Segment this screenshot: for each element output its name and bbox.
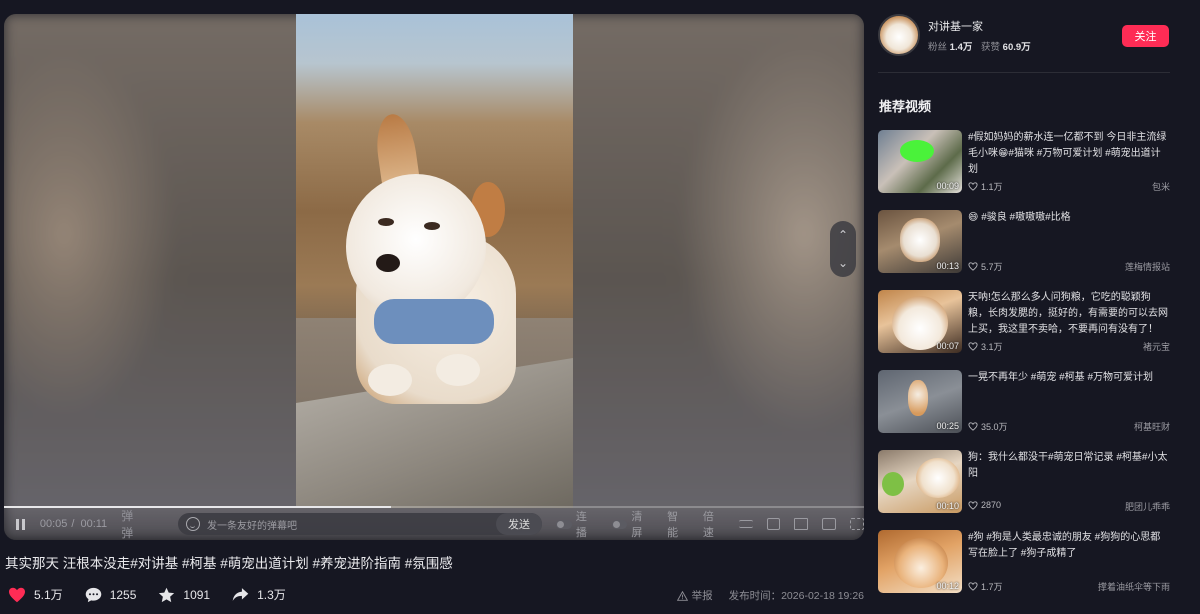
send-danmu-button[interactable]: 发送 bbox=[496, 513, 543, 535]
recommend-item-author[interactable]: 撑着油纸伞等下雨 bbox=[1098, 580, 1170, 593]
chevron-up-icon[interactable]: ⌃ bbox=[838, 229, 848, 241]
recommend-item-author[interactable]: 肥团儿乖乖 bbox=[1125, 500, 1170, 513]
warning-icon bbox=[676, 590, 688, 601]
video-thumbnail[interactable]: 00:10 bbox=[878, 450, 962, 513]
speed-button[interactable]: 倍速 bbox=[703, 508, 725, 540]
recommend-item[interactable]: 00:07 天呐!怎么那么多人问狗粮，它吃的聪颖狗粮，长肉发腮的，挺好的，有需要… bbox=[878, 290, 1170, 370]
dog-harness bbox=[374, 299, 494, 344]
recommend-item-title: #狗 #狗是人类最忠诚的朋友 #狗狗的心思都写在脸上了 #狗子成精了 bbox=[968, 532, 1161, 559]
emoji-icon[interactable] bbox=[185, 517, 200, 531]
recommend-item[interactable]: 00:09 #假如妈妈的薪水连一亿都不到 今日非主流绿毛小咪😁#猫咪 #万物可爱… bbox=[878, 130, 1170, 210]
follow-button[interactable]: 关注 bbox=[1122, 25, 1169, 47]
heart-outline-icon bbox=[968, 182, 978, 191]
avatar[interactable] bbox=[878, 14, 920, 56]
favorite-button[interactable]: 1091 bbox=[158, 587, 210, 603]
video-stats: 5.1万 1255 1091 1.3万 bbox=[8, 586, 308, 603]
share-button[interactable]: 1.3万 bbox=[232, 586, 286, 603]
progress-fill bbox=[4, 506, 391, 508]
recommend-item-title: 狗：我什么都没干#萌宠日常记录 #柯基#小太阳 bbox=[968, 452, 1168, 479]
recommend-list: 00:09 #假如妈妈的薪水连一亿都不到 今日非主流绿毛小咪😁#猫咪 #万物可爱… bbox=[878, 130, 1170, 610]
autoplay-toggle[interactable]: 连播 bbox=[556, 508, 598, 540]
playlist-icon[interactable] bbox=[738, 520, 753, 528]
pause-icon[interactable] bbox=[16, 518, 28, 530]
pip-icon[interactable] bbox=[766, 518, 781, 530]
recommend-item-likes: 1.1万 bbox=[968, 180, 1003, 193]
recommend-item[interactable]: 00:10 狗：我什么都没干#萌宠日常记录 #柯基#小太阳 2870 肥团儿乖乖 bbox=[878, 450, 1170, 530]
video-thumbnail[interactable]: 00:25 bbox=[878, 370, 962, 433]
recommend-item-likes: 2870 bbox=[968, 500, 1001, 510]
heart-outline-icon bbox=[968, 262, 978, 271]
time-total: 00:11 bbox=[80, 518, 108, 530]
player-control-bar: 00:05/00:11 弹 弹 发一条友好的弹幕吧 发送 连播 清屏 智能 倍速 bbox=[4, 506, 864, 540]
web-fullscreen-icon[interactable] bbox=[822, 518, 837, 530]
recommend-item-title: 天呐!怎么那么多人问狗粮，它吃的聪颖狗粮，长肉发腮的，挺好的，有需要的可以去网上… bbox=[968, 292, 1168, 335]
time-display: 00:05/00:11 bbox=[39, 518, 108, 530]
recommend-item-likes: 1.7万 bbox=[968, 580, 1003, 593]
recommend-item-author[interactable]: 褚元宝 bbox=[1143, 340, 1170, 353]
recommend-item-likes: 3.1万 bbox=[968, 340, 1003, 353]
author-name[interactable]: 对讲基一家 bbox=[928, 18, 1037, 34]
recommend-item[interactable]: 00:25 一晃不再年少 #萌宠 #柯基 #万物可爱计划 35.0万 柯基旺财 bbox=[878, 370, 1170, 450]
danmu-input[interactable]: 发一条友好的弹幕吧 bbox=[207, 517, 297, 532]
video-caption: 其实那天 汪根本没走#对讲基 #柯基 #萌宠出道计划 #养宠进阶指南 #氛围感 bbox=[5, 556, 453, 571]
time-current: 00:05 bbox=[39, 518, 68, 530]
recommend-item[interactable]: 00:12 #狗 #狗是人类最忠诚的朋友 #狗狗的心思都写在脸上了 #狗子成精了… bbox=[878, 530, 1170, 610]
heart-icon bbox=[9, 587, 25, 602]
progress-bar[interactable] bbox=[4, 506, 864, 508]
recommend-title: 推荐视频 bbox=[879, 99, 932, 114]
danmu-toggle-icon[interactable]: 弹 弹 bbox=[121, 507, 172, 540]
author-stats: 粉丝 1.4万 获赞 60.9万 bbox=[928, 41, 1031, 53]
recommend-item-title: 😄 #骏良 #嗷嗷嗷#比格 bbox=[968, 212, 1071, 223]
recommend-item-title: 一晃不再年少 #萌宠 #柯基 #万物可爱计划 bbox=[968, 372, 1154, 383]
chevron-down-icon[interactable]: ⌄ bbox=[838, 257, 848, 269]
star-icon bbox=[159, 587, 175, 602]
heart-outline-icon bbox=[968, 500, 978, 510]
video-thumbnail[interactable]: 00:13 bbox=[878, 210, 962, 273]
video-player[interactable]: ⌃ ⌄ 00:05/00:11 弹 弹 发一条友好的弹幕吧 发送 连播 清屏 智… bbox=[4, 14, 864, 540]
share-icon bbox=[232, 588, 249, 601]
mute-icon[interactable] bbox=[794, 518, 809, 530]
comment-icon bbox=[85, 587, 101, 602]
video-meta: 举报 发布时间：2026-02-18 19:26 bbox=[676, 588, 864, 603]
video-frame[interactable] bbox=[296, 14, 573, 508]
video-thumbnail[interactable]: 00:12 bbox=[878, 530, 962, 593]
recommend-item-author[interactable]: 柯基旺财 bbox=[1134, 420, 1170, 433]
fullscreen-icon[interactable] bbox=[850, 518, 864, 530]
recommend-item-title: #假如妈妈的薪水连一亿都不到 今日非主流绿毛小咪😁#猫咪 #万物可爱计划 #萌宠… bbox=[968, 132, 1167, 175]
danmu-input-box[interactable]: 发一条友好的弹幕吧 发送 bbox=[177, 513, 543, 535]
smart-button[interactable]: 智能 bbox=[667, 508, 689, 540]
video-nav-arrows: ⌃ ⌄ bbox=[830, 221, 856, 277]
recommend-item-likes: 5.7万 bbox=[968, 260, 1003, 273]
publish-time: 发布时间：2026-02-18 19:26 bbox=[728, 590, 864, 602]
like-button[interactable]: 5.1万 bbox=[8, 586, 63, 603]
clear-screen-toggle[interactable]: 清屏 bbox=[611, 508, 654, 540]
recommend-item-likes: 35.0万 bbox=[968, 420, 1008, 433]
recommend-item[interactable]: 00:13 😄 #骏良 #嗷嗷嗷#比格 5.7万 莲梅情报站 bbox=[878, 210, 1170, 290]
author-card: 对讲基一家 粉丝 1.4万 获赞 60.9万 bbox=[878, 14, 1037, 56]
comment-button[interactable]: 1255 bbox=[85, 587, 136, 603]
heart-outline-icon bbox=[968, 342, 978, 351]
dog-head bbox=[346, 174, 486, 319]
report-button[interactable]: 举报 bbox=[676, 588, 713, 603]
heart-outline-icon bbox=[968, 422, 978, 431]
video-thumbnail[interactable]: 00:09 bbox=[878, 130, 962, 193]
recommend-item-author[interactable]: 莲梅情报站 bbox=[1125, 260, 1170, 273]
divider bbox=[878, 72, 1170, 73]
recommend-item-author[interactable]: 包米 bbox=[1152, 180, 1170, 193]
heart-outline-icon bbox=[968, 582, 978, 591]
video-thumbnail[interactable]: 00:07 bbox=[878, 290, 962, 353]
